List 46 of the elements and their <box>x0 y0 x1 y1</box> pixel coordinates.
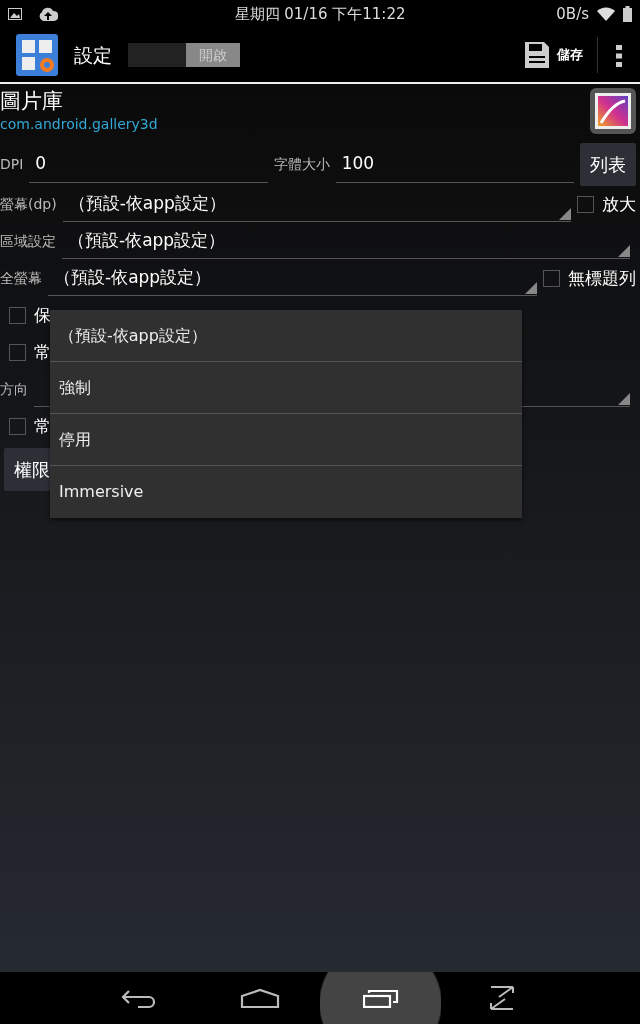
dropdown-field[interactable]: （預設-依app設定） <box>62 224 630 259</box>
dropdown-arrow-icon <box>525 281 537 294</box>
menu-item[interactable]: （預設-依app設定） <box>50 310 522 362</box>
input-field[interactable]: 0 <box>29 146 268 183</box>
checkbox-label: 無標題列 <box>568 266 636 290</box>
recent-apps-icon[interactable] <box>362 988 399 1008</box>
home-icon[interactable] <box>239 988 280 1008</box>
switch-arrows-icon[interactable] <box>488 985 515 1011</box>
network-speed: 0B/s <box>556 3 589 25</box>
cloud-upload-icon <box>38 7 58 21</box>
menu-item[interactable]: 停用 <box>50 414 522 466</box>
dropdown-arrow-icon <box>618 244 630 257</box>
image-icon <box>8 8 22 20</box>
dropdown-field[interactable]: （預設-依app設定） <box>62 187 571 222</box>
app-logo-icon <box>16 34 58 76</box>
checkbox[interactable] <box>543 270 560 287</box>
field-label: DPI <box>0 155 24 174</box>
checkbox-label: 常 <box>34 414 51 438</box>
field-label: 字體大小 <box>273 155 330 174</box>
dropdown-arrow-icon <box>559 207 571 220</box>
setting-label: 區域設定 <box>0 232 56 251</box>
setting-label: 方向 <box>0 380 28 399</box>
checkbox-label: 保 <box>34 303 51 327</box>
app-name: 圖片庫 <box>0 88 64 114</box>
status-time: 星期四 01/16 下午11:22 <box>233 3 407 25</box>
checkbox-label: 常 <box>34 340 51 364</box>
setting-label: 螢幕(dp) <box>0 195 57 214</box>
wifi-icon <box>597 7 615 21</box>
battery-icon <box>623 6 632 22</box>
dropdown-arrow-icon <box>618 392 630 405</box>
input-field[interactable]: 100 <box>335 146 574 183</box>
menu-item[interactable]: 強制 <box>50 362 522 414</box>
list-button[interactable]: 列表 <box>580 143 636 186</box>
save-button[interactable]: 儲存 <box>521 38 587 72</box>
back-arrow-icon[interactable] <box>120 987 157 1009</box>
recent-apps-button[interactable] <box>320 972 441 1024</box>
app-icon-button[interactable] <box>590 88 636 134</box>
dropdown-field[interactable]: （預設-依app設定） <box>48 261 537 296</box>
package-name: com.android.gallery3d <box>0 115 158 134</box>
checkbox[interactable] <box>577 196 594 213</box>
checkbox[interactable] <box>9 418 26 435</box>
setting-label: 全螢幕 <box>0 269 42 288</box>
screen-title: 設定 <box>74 42 112 68</box>
checkbox-label: 放大 <box>602 192 636 216</box>
checkbox[interactable] <box>9 344 26 361</box>
checkbox[interactable] <box>9 307 26 324</box>
